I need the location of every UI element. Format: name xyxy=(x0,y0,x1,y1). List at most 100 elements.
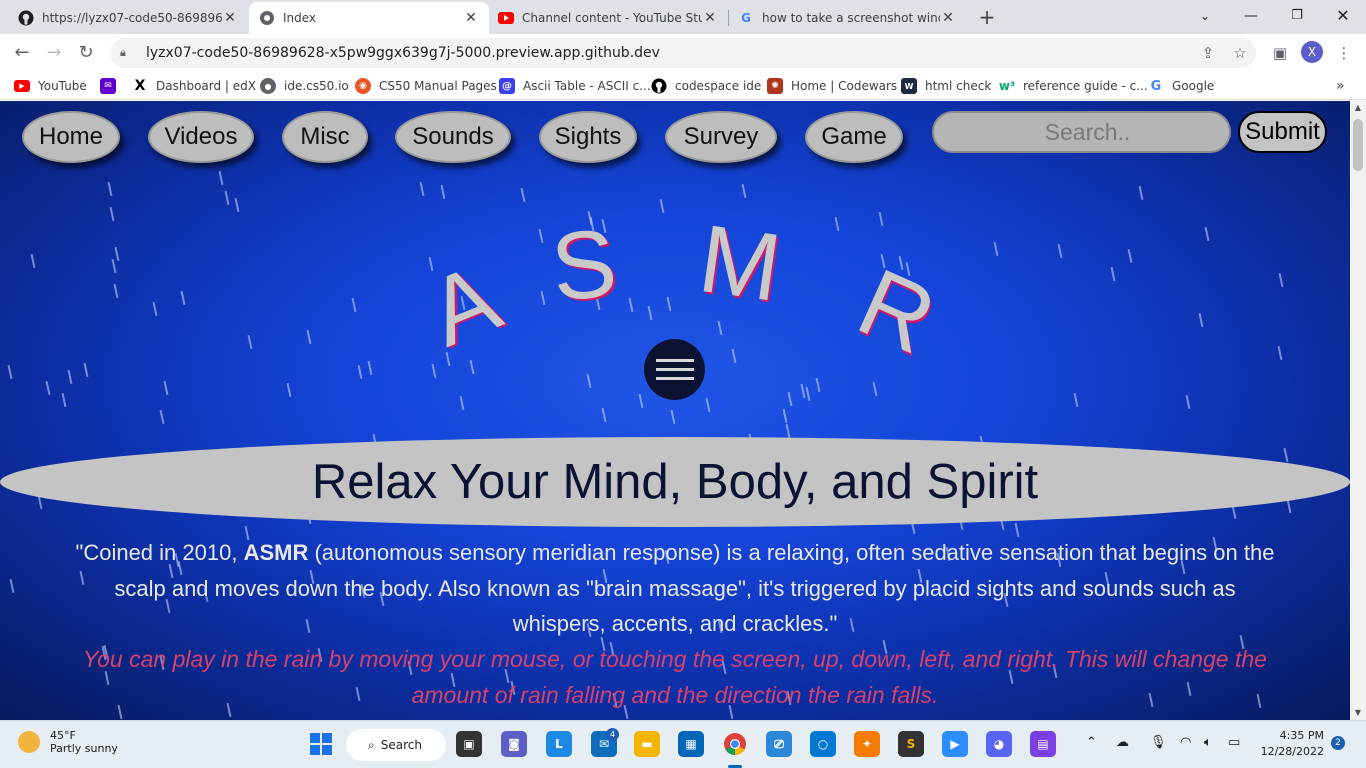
microphone-icon[interactable]: 🎙︎ xyxy=(1150,735,1167,750)
search-input[interactable]: Search.. xyxy=(932,111,1231,153)
side-panel-icon[interactable]: ▣ xyxy=(1268,41,1292,65)
tab-title: https://lyzx07-code50-86989628 xyxy=(42,11,222,25)
bookmark-mail[interactable]: ✉ xyxy=(100,76,124,96)
share-icon[interactable]: ⇪ xyxy=(1196,41,1220,65)
new-tab-button[interactable]: + xyxy=(976,6,998,28)
ascii-icon: @ xyxy=(499,78,515,94)
scrollbar-thumb[interactable] xyxy=(1353,119,1363,171)
tab-search-button[interactable]: ⌄ xyxy=(1182,4,1228,28)
logo-letter-m: M xyxy=(693,204,788,323)
raindrop xyxy=(306,329,312,345)
close-tab-icon[interactable]: ✕ xyxy=(940,10,956,26)
nav-game[interactable]: Game xyxy=(805,111,903,163)
raindrop xyxy=(993,241,999,257)
raindrop xyxy=(61,392,67,408)
raindrop xyxy=(805,386,811,402)
chevron-up-icon[interactable]: ⌃ xyxy=(1086,735,1097,750)
raindrop xyxy=(431,363,437,379)
bookmark-codespace[interactable]: codespace ide xyxy=(651,76,761,96)
nav-home[interactable]: Home xyxy=(22,111,120,163)
raindrop xyxy=(705,397,711,413)
forward-button[interactable]: → xyxy=(42,41,66,65)
raindrop xyxy=(159,409,165,425)
bookmark-cs50-manual[interactable]: ◉ CS50 Manual Pages xyxy=(355,76,497,96)
sublime-text-icon[interactable]: S xyxy=(898,731,924,757)
zoom-icon[interactable]: ▶ xyxy=(942,731,968,757)
scroll-up-arrow[interactable]: ▲ xyxy=(1350,101,1366,115)
nav-survey[interactable]: Survey xyxy=(665,111,777,163)
raindrop xyxy=(787,391,793,407)
address-bar[interactable]: 🔒︎ lyzx07-code50-86989628-x5pw9ggx639g7j… xyxy=(110,38,1256,68)
wifi-icon[interactable]: ◠ xyxy=(1180,735,1191,750)
store-icon[interactable]: ▦ xyxy=(678,731,704,757)
more-bookmarks-icon[interactable]: » xyxy=(1336,76,1345,96)
scroll-down-arrow[interactable]: ▼ xyxy=(1350,706,1366,720)
bookmark-edx[interactable]: X Dashboard | edX xyxy=(132,76,256,96)
restore-button[interactable]: ❐ xyxy=(1274,4,1320,28)
tab-google-search[interactable]: G how to take a screenshot windov ✕ xyxy=(728,2,966,34)
logo-letter-a: A xyxy=(414,243,514,368)
profile-avatar[interactable]: X xyxy=(1301,41,1323,63)
weather-widget[interactable]: 45°F Partly sunny xyxy=(18,729,118,755)
nav-sights[interactable]: Sights xyxy=(539,111,637,163)
battery-icon[interactable]: ▭ xyxy=(1228,735,1240,750)
raindrop xyxy=(647,305,653,321)
file-explorer-icon[interactable]: ▬ xyxy=(634,731,660,757)
bookmark-google[interactable]: G Google xyxy=(1148,76,1215,96)
back-button[interactable]: ← xyxy=(10,41,34,65)
reload-button[interactable]: ↻ xyxy=(74,41,98,65)
chrome-icon[interactable] xyxy=(722,731,748,757)
hamburger-menu-button[interactable] xyxy=(644,339,705,400)
task-view-icon[interactable]: ▣ xyxy=(456,731,482,757)
game-app-icon[interactable]: ✦ xyxy=(854,731,880,757)
tab-youtube-studio[interactable]: Channel content - YouTube Studi ✕ xyxy=(488,2,728,34)
raindrop xyxy=(234,197,240,213)
raindrop xyxy=(357,364,363,380)
bookmark-html-check[interactable]: W html check xyxy=(901,76,991,96)
partly-sunny-icon xyxy=(18,731,40,753)
raindrop xyxy=(114,246,120,262)
close-window-button[interactable]: ✕ xyxy=(1320,4,1366,28)
raindrop xyxy=(1138,185,1144,201)
cloud-icon[interactable]: ☁ xyxy=(1116,735,1129,750)
menu-kebab-icon[interactable]: ⋮ xyxy=(1332,41,1356,65)
taskbar-search[interactable]: ⌕ Search xyxy=(346,729,446,761)
bookmark-ascii-table[interactable]: @ Ascii Table - ASCII c... xyxy=(499,76,651,96)
raindrop xyxy=(1057,243,1063,259)
raindrop xyxy=(601,407,607,423)
bookmark-ide-cs50[interactable]: ● ide.cs50.io xyxy=(260,76,349,96)
close-tab-icon[interactable]: ✕ xyxy=(702,10,718,26)
bookmark-codewars[interactable]: ✺ Home | Codewars xyxy=(767,76,897,96)
lync-icon[interactable]: L xyxy=(546,731,572,757)
raindrop xyxy=(83,362,89,378)
bookmark-star-icon[interactable]: ☆ xyxy=(1228,41,1252,65)
page-scrollbar[interactable]: ▲ ▼ xyxy=(1350,101,1366,720)
raindrop xyxy=(1198,312,1204,328)
tab-github[interactable]: https://lyzx07-code50-86989628 ✕ xyxy=(8,2,248,34)
cortana-icon[interactable]: ○ xyxy=(810,731,836,757)
nav-sounds[interactable]: Sounds xyxy=(395,111,511,163)
nav-videos[interactable]: Videos xyxy=(148,111,254,163)
clipchamp-icon[interactable]: ▤ xyxy=(1030,731,1056,757)
raindrop xyxy=(520,187,526,203)
raindrop xyxy=(540,290,546,306)
clock[interactable]: 4:35 PM 12/28/2022 xyxy=(1256,728,1324,760)
minimize-button[interactable]: — xyxy=(1228,4,1274,28)
tab-index[interactable]: Index ✕ xyxy=(249,2,489,34)
notification-badge[interactable]: 2 xyxy=(1331,736,1345,750)
close-tab-icon[interactable]: ✕ xyxy=(222,10,238,26)
asmr-page[interactable]: Home Videos Misc Sounds Sights Survey Ga… xyxy=(0,101,1350,720)
volume-icon[interactable]: 🔈︎ xyxy=(1204,735,1212,750)
remote-desktop-icon[interactable]: ⎚ xyxy=(766,731,792,757)
submit-button[interactable]: Submit xyxy=(1238,111,1327,153)
logo-letter-s: S xyxy=(546,208,622,323)
raindrop xyxy=(782,408,788,424)
bookmark-youtube[interactable]: ▶ YouTube xyxy=(14,76,87,96)
teams-chat-icon[interactable]: ◙ xyxy=(501,731,527,757)
raindrop xyxy=(815,377,821,393)
close-tab-icon[interactable]: ✕ xyxy=(463,10,479,26)
nav-misc[interactable]: Misc xyxy=(282,111,368,163)
bookmark-w3schools[interactable]: w³ reference guide - c... xyxy=(999,76,1148,96)
start-icon[interactable] xyxy=(308,731,334,757)
discord-icon[interactable]: ◕ xyxy=(986,731,1012,757)
